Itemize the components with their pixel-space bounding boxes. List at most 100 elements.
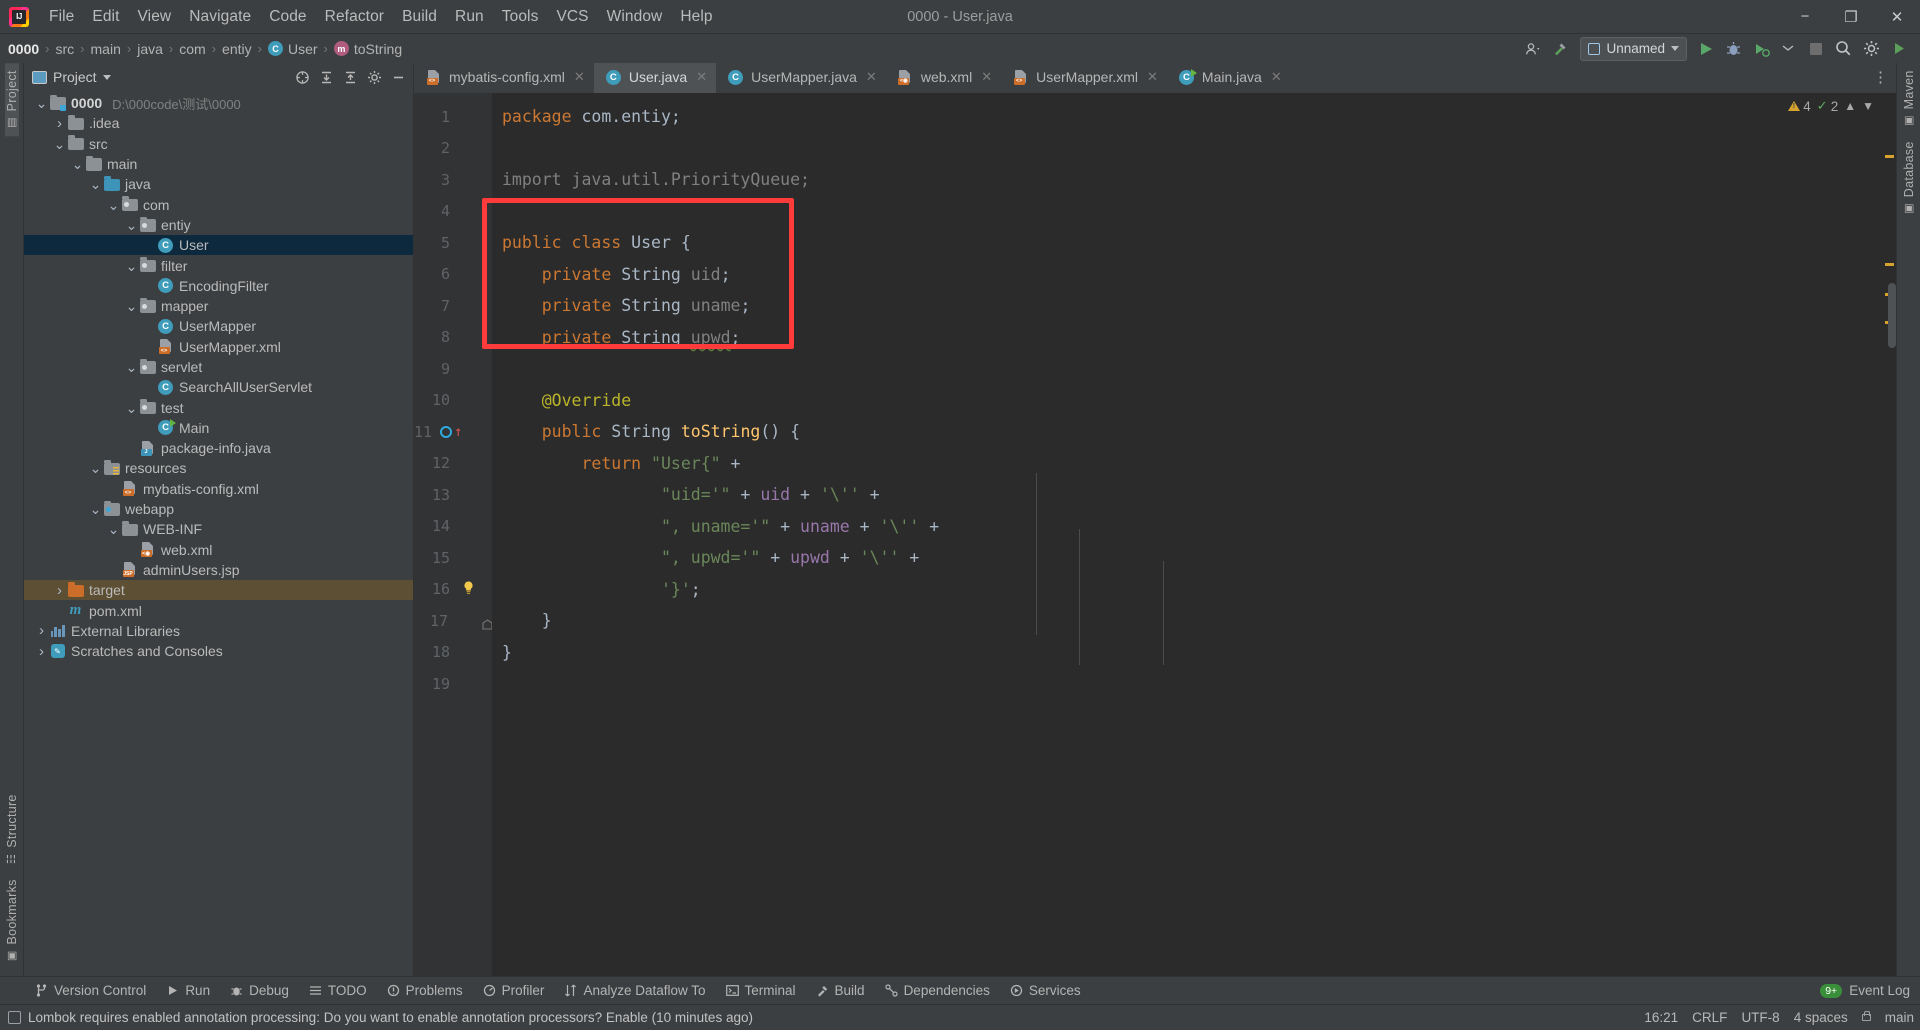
- bottom-tool-terminal[interactable]: Terminal: [717, 980, 805, 1001]
- line-separator-indicator[interactable]: CRLF: [1692, 1010, 1727, 1025]
- hide-panel-icon[interactable]: [387, 66, 409, 88]
- tool-stripe-bookmarks[interactable]: ▣ Bookmarks: [5, 872, 19, 970]
- editor-tab-web-xml[interactable]: <◉ web.xml ✕: [886, 63, 1001, 93]
- bottom-tool-dependencies[interactable]: Dependencies: [876, 980, 999, 1001]
- chevron-down-icon[interactable]: ⌄: [88, 461, 103, 475]
- status-message-group[interactable]: Lombok requires enabled annotation proce…: [8, 1010, 753, 1025]
- select-opened-file-icon[interactable]: [291, 66, 313, 88]
- tree-node--idea[interactable]: › .idea: [24, 113, 413, 133]
- editor-tab-user-java[interactable]: C User.java ✕: [593, 63, 717, 93]
- close-tab-icon[interactable]: ✕: [1271, 69, 1282, 85]
- user-settings-icon[interactable]: [1521, 37, 1545, 61]
- breadcrumb-item-user[interactable]: C User: [267, 41, 318, 57]
- bottom-tool-profiler[interactable]: Profiler: [474, 980, 554, 1001]
- breadcrumb-item-0000[interactable]: 0000: [8, 41, 39, 57]
- breadcrumb-item-src[interactable]: src: [56, 41, 75, 57]
- chevron-right-icon[interactable]: ›: [52, 582, 67, 599]
- editor-scrollbar[interactable]: [1888, 283, 1896, 348]
- menu-item-navigate[interactable]: Navigate: [180, 5, 260, 29]
- editor-tab-usermapper-java[interactable]: C UserMapper.java ✕: [716, 63, 886, 93]
- tree-node-com[interactable]: ⌄ com: [24, 194, 413, 214]
- chevron-down-icon[interactable]: ⌄: [124, 401, 139, 415]
- breadcrumb-item-tostring[interactable]: m toString: [333, 41, 402, 57]
- run-button[interactable]: [1694, 37, 1718, 61]
- tool-stripe-database[interactable]: ▣ Database: [1902, 134, 1916, 222]
- close-tab-icon[interactable]: ✕: [1147, 69, 1158, 85]
- tree-node-encodingfilter[interactable]: C EncodingFilter: [24, 276, 413, 296]
- settings-gear-icon[interactable]: [363, 66, 385, 88]
- tree-node-adminusers-jsp[interactable]: JSP adminUsers.jsp: [24, 560, 413, 580]
- tree-node-servlet[interactable]: ⌄ servlet: [24, 357, 413, 377]
- tree-node-webapp[interactable]: ⌄ webapp: [24, 499, 413, 519]
- menu-item-run[interactable]: Run: [446, 5, 493, 29]
- menu-item-tools[interactable]: Tools: [493, 5, 548, 29]
- menu-item-help[interactable]: Help: [671, 5, 721, 29]
- menu-item-file[interactable]: File: [40, 5, 83, 29]
- breadcrumb-item-main[interactable]: main: [91, 41, 121, 57]
- editor-tab-mybatis-config-xml[interactable]: <> mybatis-config.xml ✕: [414, 63, 594, 93]
- bottom-tool-build[interactable]: Build: [807, 980, 874, 1001]
- tree-node-mybatis-config-xml[interactable]: <> mybatis-config.xml: [24, 479, 413, 499]
- menu-item-code[interactable]: Code: [260, 5, 315, 29]
- implements-arrow-icon[interactable]: ↑: [454, 425, 462, 439]
- chevron-down-icon[interactable]: ▼: [1862, 99, 1874, 113]
- close-tab-icon[interactable]: ✕: [981, 69, 992, 85]
- chevron-down-icon[interactable]: ⌄: [124, 299, 139, 313]
- tree-node-src[interactable]: ⌄ src: [24, 134, 413, 154]
- close-tab-icon[interactable]: ✕: [696, 69, 707, 85]
- hammer-build-icon[interactable]: [1548, 37, 1573, 61]
- bottom-tool-run[interactable]: Run: [157, 980, 219, 1001]
- read-only-lock-icon[interactable]: [1861, 1011, 1871, 1021]
- more-tabs-icon[interactable]: ⋮: [1873, 70, 1888, 84]
- tree-node-test[interactable]: ⌄ test: [24, 397, 413, 417]
- bottom-tool-debug[interactable]: Debug: [221, 980, 298, 1001]
- menu-item-vcs[interactable]: VCS: [547, 5, 597, 29]
- event-log-group[interactable]: 9+ Event Log: [1820, 983, 1920, 998]
- warning-count-group[interactable]: 4: [1788, 99, 1811, 114]
- maximize-button[interactable]: ❐: [1828, 0, 1874, 34]
- tree-node-usermapper[interactable]: C UserMapper: [24, 316, 413, 336]
- project-title-group[interactable]: Project: [32, 69, 111, 85]
- tree-node-scratches-and-consoles[interactable]: › ✎ Scratches and Consoles: [24, 641, 413, 661]
- minimize-button[interactable]: −: [1782, 0, 1828, 34]
- tree-node-0000[interactable]: ⌄ 0000 D:\000code\测试\0000: [24, 93, 413, 113]
- menu-item-view[interactable]: View: [129, 5, 181, 29]
- chevron-down-icon[interactable]: ⌄: [88, 177, 103, 191]
- chevron-down-icon[interactable]: ⌄: [34, 96, 49, 110]
- tool-stripe-structure[interactable]: ☷ Structure: [5, 787, 19, 873]
- tree-node-web-xml[interactable]: <◉ web.xml: [24, 540, 413, 560]
- check-count-group[interactable]: ✓ 2: [1817, 98, 1838, 114]
- chevron-down-icon[interactable]: ⌄: [106, 522, 121, 536]
- tree-node-user[interactable]: C User: [24, 235, 413, 256]
- tree-node-usermapper-xml[interactable]: <> UserMapper.xml: [24, 337, 413, 357]
- tree-node-external-libraries[interactable]: › External Libraries: [24, 621, 413, 641]
- editor-gutter[interactable]: 1 2 3 4 5 6 7 8 9 10 11 ↑ 12 13 14 15 16 17 18 19: [414, 93, 503, 976]
- chevron-down-icon[interactable]: ⌄: [106, 198, 121, 212]
- override-method-icon[interactable]: [440, 425, 453, 438]
- code-content[interactable]: package com.entiy; import java.util.Prio…: [492, 93, 1882, 976]
- close-tab-icon[interactable]: ✕: [574, 69, 585, 85]
- run-configuration-selector[interactable]: Unnamed: [1580, 36, 1687, 61]
- collapse-all-icon[interactable]: [339, 66, 361, 88]
- tool-stripe-project[interactable]: ▤ Project: [4, 63, 19, 137]
- chevron-right-icon[interactable]: ›: [34, 643, 49, 660]
- project-tree[interactable]: ⌄ 0000 D:\000code\测试\0000 › .idea ⌄ src ⌄ main ⌄ j…: [24, 91, 413, 976]
- tree-node-java[interactable]: ⌄ java: [24, 174, 413, 194]
- close-button[interactable]: ✕: [1874, 0, 1920, 34]
- more-run-options-icon[interactable]: [1777, 37, 1801, 61]
- branch-indicator[interactable]: main: [1885, 1010, 1914, 1025]
- editor-tab-main-java[interactable]: C Main.java ✕: [1167, 63, 1291, 93]
- chevron-up-icon[interactable]: ▲: [1844, 99, 1856, 113]
- encoding-indicator[interactable]: UTF-8: [1741, 1010, 1779, 1025]
- close-tab-icon[interactable]: ✕: [866, 69, 877, 85]
- fold-end-icon[interactable]: [482, 616, 493, 630]
- debug-button[interactable]: [1721, 37, 1746, 61]
- tree-node-target[interactable]: › target: [24, 580, 413, 601]
- chevron-down-icon[interactable]: ⌄: [88, 502, 103, 516]
- menu-item-window[interactable]: Window: [598, 5, 672, 29]
- chevron-down-icon[interactable]: ⌄: [124, 218, 139, 232]
- chevron-right-icon[interactable]: ›: [52, 115, 67, 132]
- chevron-down-icon[interactable]: ⌄: [70, 157, 85, 171]
- editor-tab-usermapper-xml[interactable]: <> UserMapper.xml ✕: [1001, 63, 1167, 93]
- bottom-tool-problems[interactable]: Problems: [378, 980, 472, 1001]
